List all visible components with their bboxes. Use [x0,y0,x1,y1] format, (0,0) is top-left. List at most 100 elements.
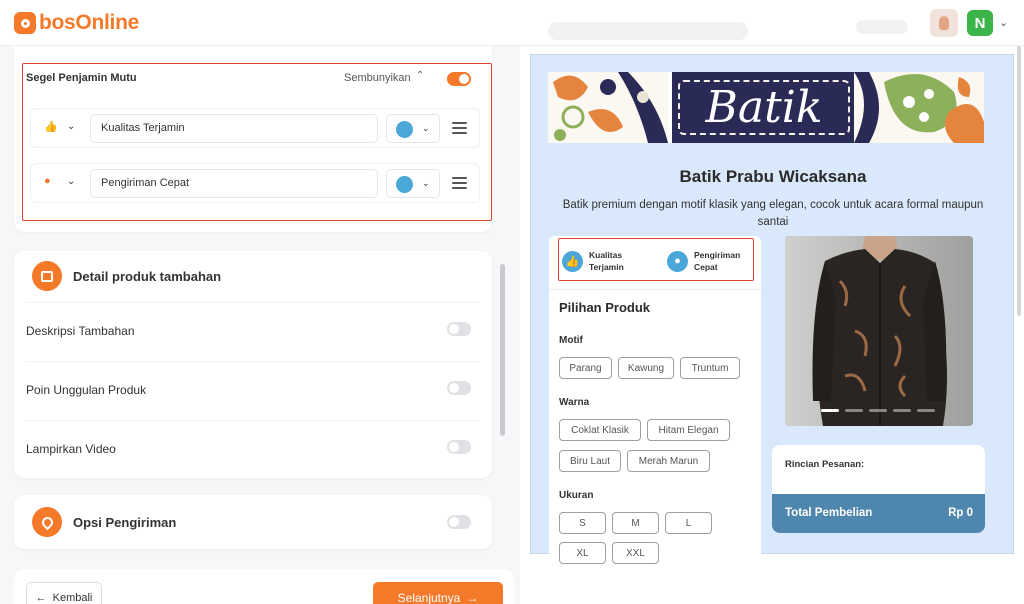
carousel-dot[interactable] [845,409,863,412]
carousel-dot[interactable] [821,409,839,412]
notification-avatar[interactable] [930,9,958,37]
seal-badge: ● Pengiriman Cepat [667,249,740,273]
delivery-scooter-icon[interactable]: ● [44,175,51,187]
blurred-header-chip [856,20,908,34]
warna-chip[interactable]: Hitam Elegan [647,419,730,441]
chevron-down-icon: ⌄ [422,123,430,133]
ukuran-label: Ukuran [559,490,594,501]
shop-description: Batik premium dengan motif klasik yang e… [562,199,984,228]
footer-bar: ← Kembali Selanjutnya → [14,569,514,604]
user-avatar[interactable]: N [967,10,993,36]
shipping-section-title: Opsi Pengiriman [73,515,177,530]
shipping-toggle[interactable] [447,515,471,529]
top-bar: bosOnline N ⌄ [0,0,1024,46]
scrollbar[interactable] [500,264,505,436]
warna-label: Warna [559,397,590,408]
seal-text-field[interactable]: Pengiriman Cepat [90,169,378,198]
size-chip[interactable]: XXL [612,542,659,564]
product-options-card: 👍 Kualitas Terjamin ● Pengiriman Cepat Pil… [549,236,761,566]
preview-scrollbar[interactable] [1017,46,1021,316]
option-label: Poin Unggulan Produk [26,383,147,397]
chevron-down-icon[interactable]: ⌄ [67,176,75,187]
warna-chip[interactable]: Merah Marun [627,450,710,472]
color-swatch [396,121,413,138]
shirt-model-image [785,236,973,426]
carousel-dot[interactable] [917,409,935,412]
product-photo[interactable] [785,236,973,426]
option-label: Lampirkan Video [26,442,116,456]
motif-chip[interactable]: Truntum [680,357,740,379]
total-label: Total Pembelian [785,507,873,519]
person-icon [939,16,949,30]
seal-item-row: 👍 ⌄ Kualitas Terjamin ⌄ [30,108,480,148]
color-select[interactable]: ⌄ [386,169,440,198]
shop-name: Batik Prabu Wicaksana [679,167,867,186]
seal-item-row: ● ⌄ Pengiriman Cepat ⌄ [30,163,480,203]
chevron-down-icon: ⌄ [422,178,430,188]
chevron-down-icon[interactable]: ⌄ [67,121,75,132]
seal-badge: 👍 Kualitas Terjamin [562,249,624,273]
motif-chip[interactable]: Parang [559,357,612,379]
batik-pattern-left [548,72,668,143]
thumbs-up-icon[interactable]: 👍 [44,120,58,133]
carousel-dot[interactable] [893,409,911,412]
arrow-right-icon: → [466,591,479,604]
basket-icon [32,261,62,291]
next-button-label: Selanjutnya [397,591,461,604]
seal-badges-preview: 👍 Kualitas Terjamin ● Pengiriman Cepat [558,238,754,281]
chevron-down-icon[interactable]: ⌄ [999,16,1008,29]
next-button[interactable]: Selanjutnya → [373,582,503,604]
size-chip[interactable]: XL [559,542,606,564]
product-options-title: Pilihan Produk [559,300,651,315]
size-chip[interactable]: M [612,512,659,534]
back-button-label: Kembali [52,592,93,604]
shipping-card: Opsi Pengiriman [14,495,492,549]
option-toggle[interactable] [447,440,471,454]
chevron-up-icon[interactable]: ⌃ [416,70,424,81]
shop-banner: Batik [548,72,984,143]
seal-toggle[interactable] [447,72,471,86]
seal-badge-line2: Terjamin [589,262,624,272]
option-row: Poin Unggulan Produk [26,361,480,420]
detail-section-title: Detail produk tambahan [73,269,222,284]
blurred-header-text [548,22,748,40]
seal-section-title: Segel Penjamin Mutu [26,72,137,84]
arrow-left-icon: ← [35,592,47,604]
banner-title: Batik [705,82,823,133]
option-row: Lampirkan Video [26,420,480,479]
seal-text-field[interactable]: Kualitas Terjamin [90,114,378,143]
order-summary-card: Rincian Pesanan: Total Pembelian Rp 0 [772,445,985,533]
app-logo[interactable]: bosOnline [14,11,139,35]
drag-handle-icon[interactable] [452,177,467,189]
delivery-scooter-icon: ● [667,250,688,272]
warna-chip[interactable]: Coklat Klasik [559,419,641,441]
order-summary-label: Rincian Pesanan: [785,459,865,470]
warna-chip[interactable]: Biru Laut [559,450,621,472]
thumbs-up-icon: 👍 [562,250,583,272]
option-toggle[interactable] [447,381,471,395]
motif-label: Motif [559,335,583,346]
divider [549,289,761,290]
logo-text: bosOnline [39,11,139,34]
location-pin-icon [32,507,62,537]
option-toggle[interactable] [447,322,471,336]
carousel-dot[interactable] [869,409,887,412]
seal-badge-line1: Kualitas [589,250,623,260]
settings-panel: Segel Penjamin Mutu Sembunyikan ⌃ 👍 ⌄ Ku… [0,46,520,604]
hide-button[interactable]: Sembunyikan [344,72,411,84]
total-bar: Total Pembelian Rp 0 [772,494,985,533]
drag-handle-icon[interactable] [452,122,467,134]
color-select[interactable]: ⌄ [386,114,440,143]
size-chip[interactable]: S [559,512,606,534]
back-button[interactable]: ← Kembali [26,582,102,604]
motif-chip[interactable]: Kawung [618,357,674,379]
logo-icon [14,12,36,34]
carousel-dots[interactable] [821,409,935,412]
option-row: Deskripsi Tambahan [26,302,480,361]
seal-badge-line1: Pengiriman [694,250,741,260]
store-preview: Batik Batik Prabu Wicaksana Batik premiu… [530,54,1014,566]
color-swatch [396,176,413,193]
size-chip[interactable]: L [665,512,712,534]
banner-center: Batik [672,72,856,143]
detail-card: Detail produk tambahan Deskripsi Tambaha… [14,251,492,478]
